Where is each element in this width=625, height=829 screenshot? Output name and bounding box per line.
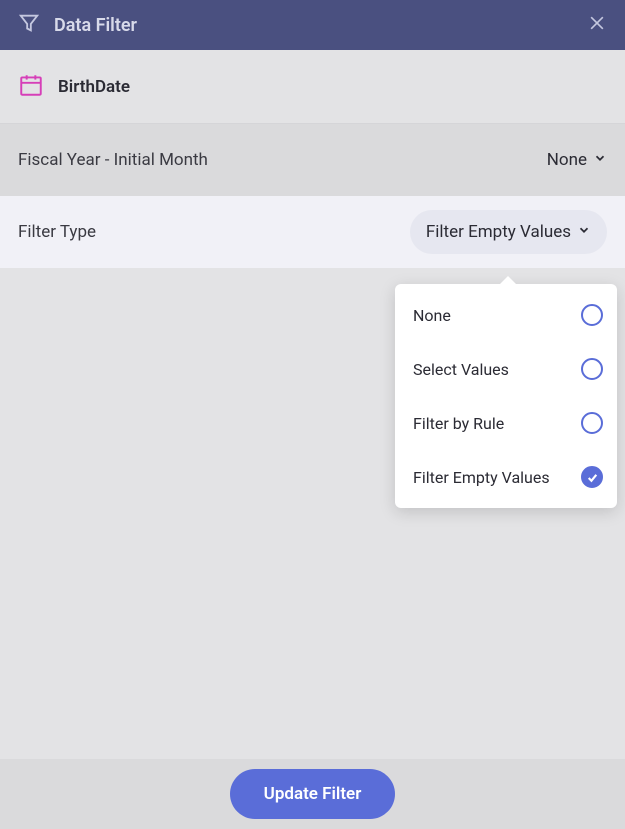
- filter-type-dropdown[interactable]: Filter Empty Values: [410, 210, 607, 254]
- dropdown-option-label: Filter Empty Values: [413, 468, 550, 487]
- radio-unselected-icon: [581, 412, 603, 434]
- calendar-icon: [18, 72, 44, 102]
- fiscal-year-row: Fiscal Year - Initial Month None: [0, 124, 625, 196]
- dropdown-option-none[interactable]: None: [395, 288, 617, 342]
- dialog-footer: Update Filter: [0, 759, 625, 829]
- chevron-down-icon: [593, 150, 607, 170]
- close-button[interactable]: [587, 13, 607, 37]
- dropdown-option-select-values[interactable]: Select Values: [395, 342, 617, 396]
- radio-unselected-icon: [581, 358, 603, 380]
- field-row: BirthDate: [0, 50, 625, 124]
- update-filter-button[interactable]: Update Filter: [230, 769, 396, 819]
- fiscal-year-value: None: [547, 150, 587, 170]
- dropdown-option-filter-empty-values[interactable]: Filter Empty Values: [395, 450, 617, 504]
- dropdown-option-label: Filter by Rule: [413, 414, 504, 433]
- fiscal-year-label: Fiscal Year - Initial Month: [18, 150, 208, 170]
- dialog-title: Data Filter: [54, 15, 137, 36]
- dialog-header: Data Filter: [0, 0, 625, 50]
- dropdown-option-label: None: [413, 306, 451, 325]
- field-name: BirthDate: [58, 77, 130, 97]
- dropdown-option-label: Select Values: [413, 360, 509, 379]
- filter-type-dropdown-menu: None Select Values Filter by Rule Filter…: [395, 284, 617, 508]
- chevron-down-icon: [577, 222, 591, 242]
- dropdown-option-filter-by-rule[interactable]: Filter by Rule: [395, 396, 617, 450]
- filter-type-label: Filter Type: [18, 222, 96, 242]
- filter-type-value: Filter Empty Values: [426, 222, 571, 242]
- filter-icon: [18, 12, 40, 38]
- filter-type-row: Filter Type Filter Empty Values: [0, 196, 625, 268]
- radio-selected-icon: [581, 466, 603, 488]
- radio-unselected-icon: [581, 304, 603, 326]
- fiscal-year-dropdown[interactable]: None: [547, 150, 607, 170]
